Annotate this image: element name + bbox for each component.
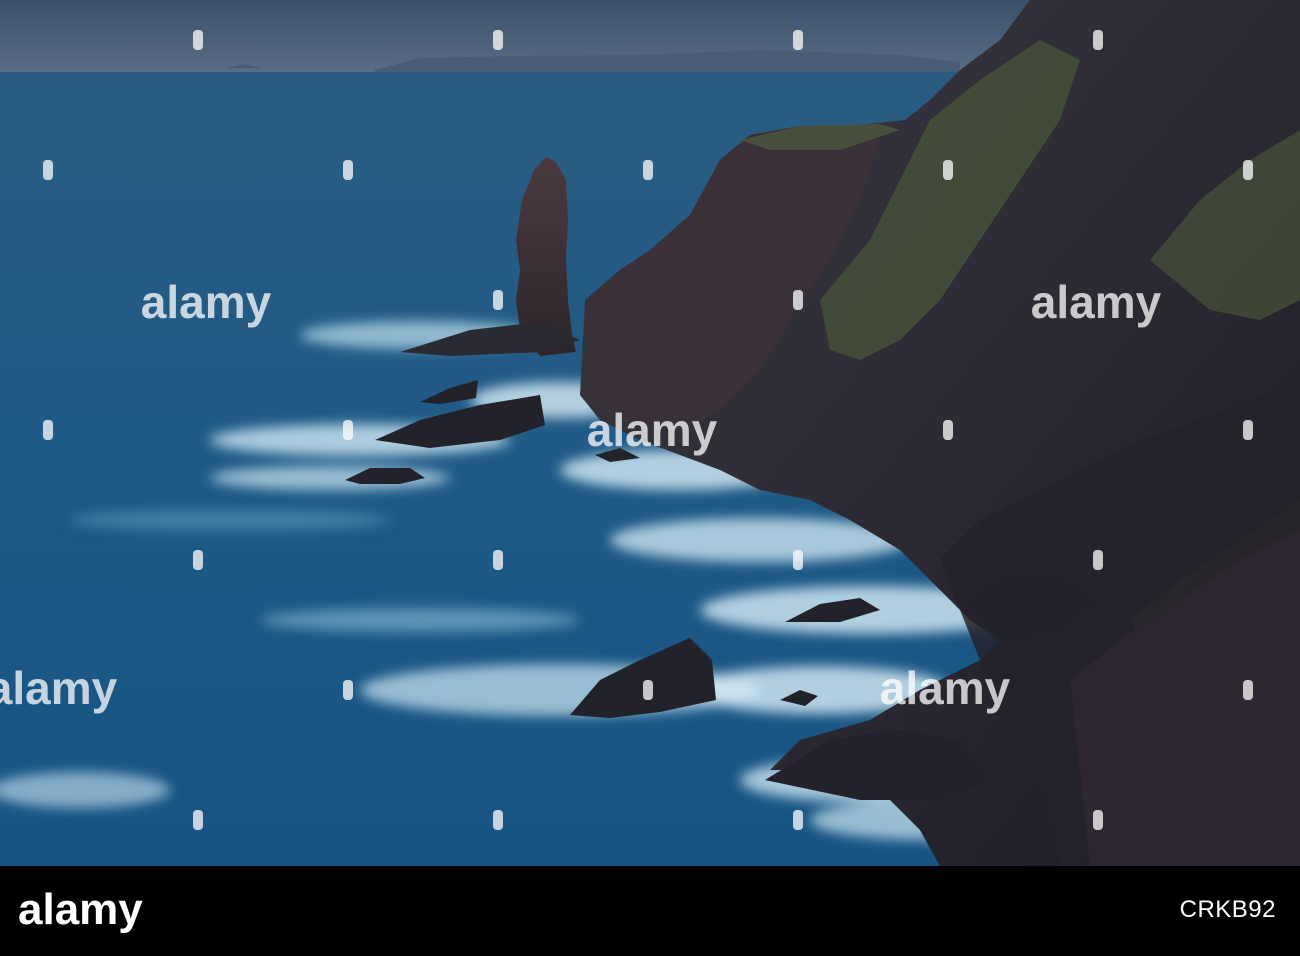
alamy-logo-text: alamy [18,886,143,934]
watermark-text: alamy [880,662,1011,714]
watermark-text: alamy [1031,276,1162,328]
watermark-text: alamy [141,276,272,328]
coastal-photo: alamy alamy alamy alamy alamy [0,0,1300,866]
footer-bar: alamy CRKB92 [0,866,1300,956]
stock-photo-frame: alamy alamy alamy alamy alamy [0,0,1300,956]
watermark-text: alamy [0,662,118,714]
alamy-logo[interactable]: alamy [18,886,170,938]
image-id: CRKB92 [1179,896,1276,923]
watermark-text: alamy [587,404,718,456]
